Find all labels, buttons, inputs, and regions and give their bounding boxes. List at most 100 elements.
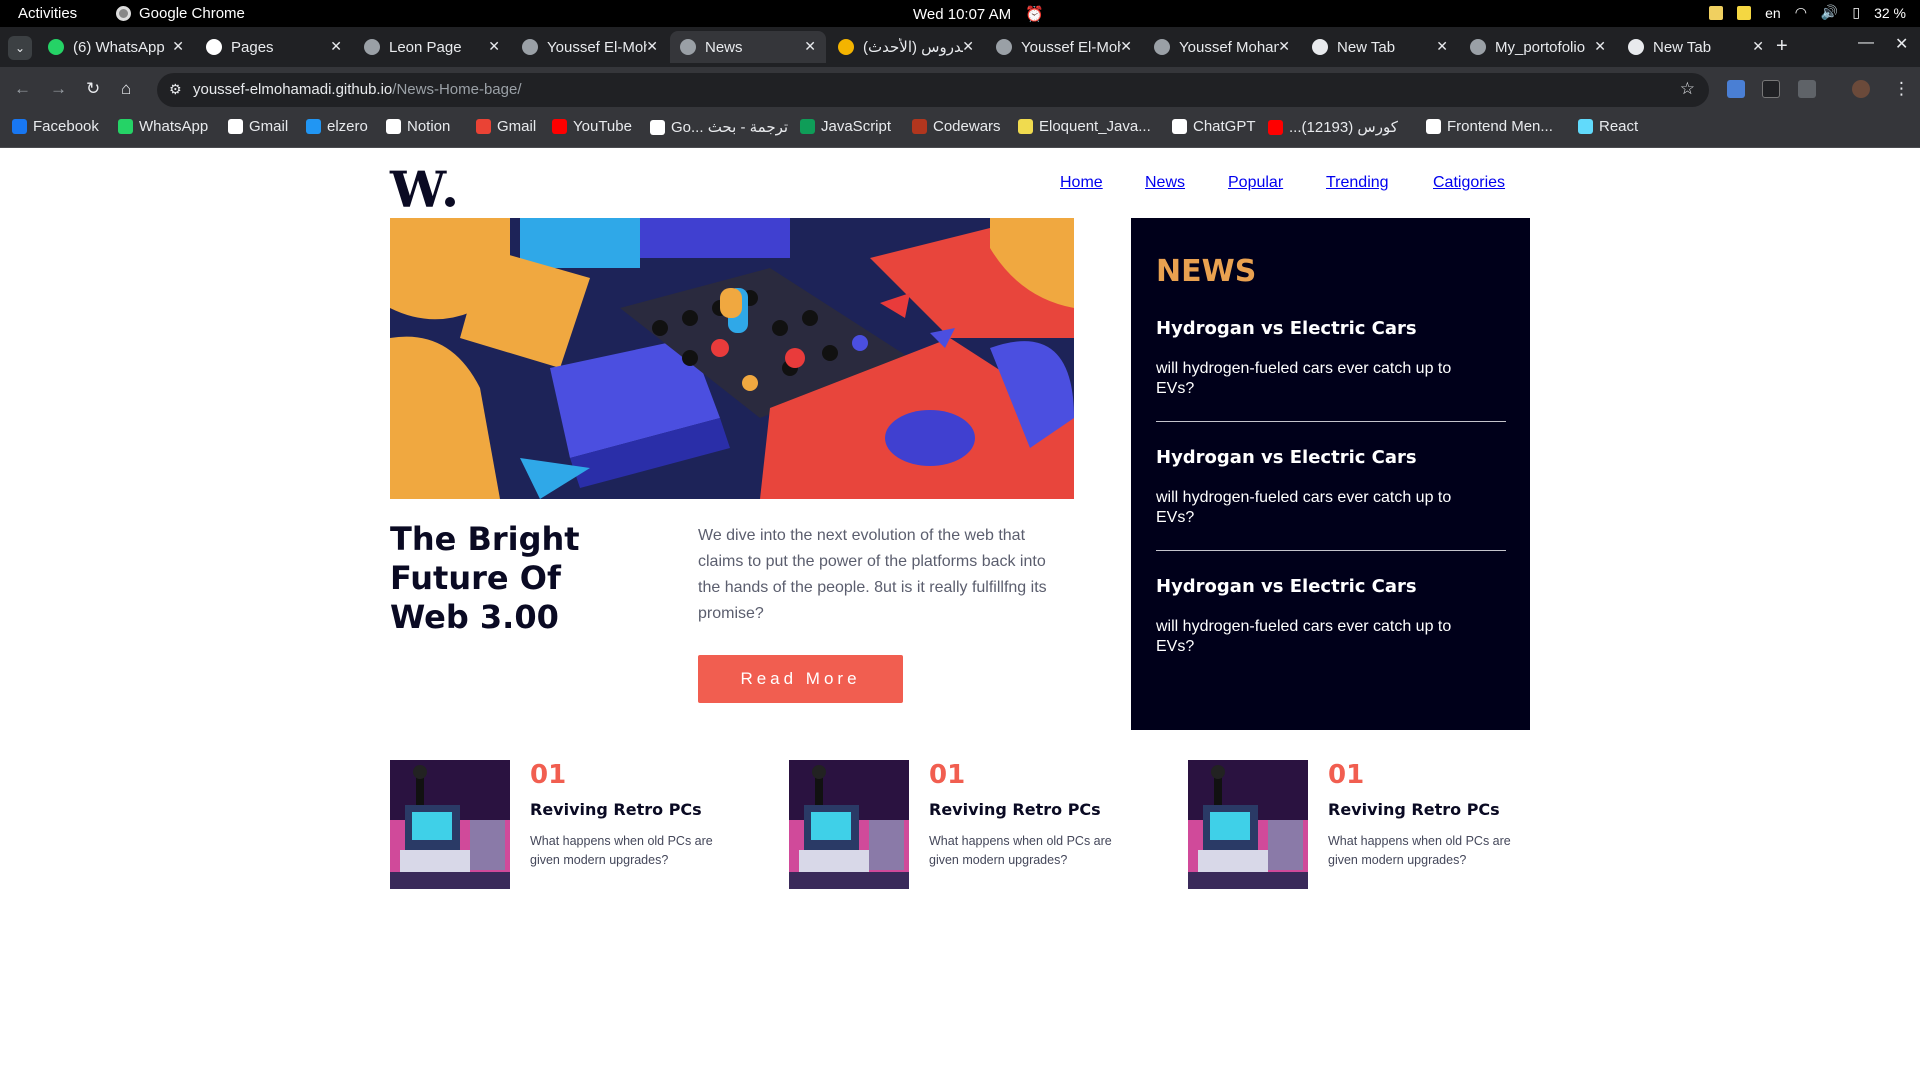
extensions-puzzle-icon[interactable] [1798, 80, 1816, 98]
browser-tab[interactable]: New Tab ✕ [1618, 31, 1774, 63]
bookmark-label: elzero [327, 118, 368, 135]
sidebar-news-item[interactable]: Hydrogan vs Electric Cars will hydrogen-… [1156, 447, 1506, 528]
article-card[interactable]: 01 Reviving Retro PCs What happens when … [1188, 760, 1548, 890]
card-number: 01 [530, 760, 567, 790]
logo-dot [445, 197, 456, 207]
app-menu[interactable]: Google Chrome [116, 5, 245, 22]
font-extension-icon[interactable] [1762, 80, 1780, 98]
browser-tab[interactable]: Leon Page ✕ [354, 31, 510, 63]
close-window-icon[interactable]: ✕ [1895, 34, 1908, 54]
browser-tab[interactable]: My_portofolio ✕ [1460, 31, 1616, 63]
bookmark-item[interactable]: ...كورس (12193) [1268, 118, 1398, 136]
browser-tab[interactable]: Pages ✕ [196, 31, 352, 63]
article-card[interactable]: 01 Reviving Retro PCs What happens when … [789, 760, 1149, 890]
article-card[interactable]: 01 Reviving Retro PCs What happens when … [390, 760, 750, 890]
system-tray[interactable]: en ◠ 🔊 ▯ 32 % [1709, 4, 1906, 21]
bookmark-label: YouTube [573, 118, 632, 135]
sidebar-news-item[interactable]: Hydrogan vs Electric Cars will hydrogen-… [1156, 318, 1506, 399]
bookmark-item[interactable]: Go... ترجمة - بحث [650, 118, 788, 136]
site-logo[interactable]: W [390, 160, 456, 219]
bookmark-favicon-icon [650, 119, 665, 135]
bookmark-item[interactable]: Notion [386, 118, 450, 135]
browser-tab[interactable]: New Tab ✕ [1302, 31, 1458, 63]
nav-news[interactable]: News [1145, 174, 1185, 192]
bookmark-label: Codewars [933, 118, 1001, 135]
tab-close-icon[interactable]: ✕ [1436, 38, 1448, 55]
language-indicator[interactable]: en [1765, 5, 1781, 21]
sidebar-item-title[interactable]: Hydrogan vs Electric Cars [1156, 318, 1506, 339]
nav-popular[interactable]: Popular [1228, 174, 1283, 192]
tab-close-icon[interactable]: ✕ [962, 38, 974, 55]
bookmark-item[interactable]: Gmail [476, 118, 536, 135]
tab-title: New Tab [1653, 38, 1712, 56]
bookmark-item[interactable]: Codewars [912, 118, 1001, 135]
tab-close-icon[interactable]: ✕ [488, 38, 500, 55]
clock[interactable]: Wed 10:07 AM ⏰ [913, 5, 1044, 24]
forward-arrow-icon[interactable]: → [50, 79, 67, 99]
bookmark-item[interactable]: elzero [306, 118, 368, 135]
card-number: 01 [929, 760, 966, 790]
browser-tab[interactable]: (6) WhatsApp ✕ [38, 31, 194, 63]
profile-avatar[interactable] [1852, 80, 1870, 98]
minimize-icon[interactable]: — [1858, 34, 1874, 52]
read-more-button[interactable]: Read More [698, 655, 903, 703]
bookmark-item[interactable]: Facebook [12, 118, 99, 135]
card-title[interactable]: Reviving Retro PCs [530, 800, 702, 819]
tab-close-icon[interactable]: ✕ [330, 38, 342, 55]
url-host: youssef-elmohamadi.github.io [193, 81, 393, 98]
bookmark-favicon-icon [476, 119, 491, 134]
tab-strip: ⌄ (6) WhatsApp ✕ Pages ✕ Leon Page ✕ Youssef E… [0, 27, 1920, 67]
card-title[interactable]: Reviving Retro PCs [929, 800, 1101, 819]
nav-trending[interactable]: Trending [1326, 174, 1389, 192]
menu-kebab-icon[interactable]: ⋮ [1893, 79, 1910, 99]
browser-tab[interactable]: الدروس (الأحدث) ✕ [828, 31, 984, 63]
bookmark-item[interactable]: React [1578, 118, 1638, 135]
tab-close-icon[interactable]: ✕ [172, 38, 184, 55]
bookmark-label: Facebook [33, 118, 99, 135]
bookmark-favicon-icon [306, 119, 321, 134]
tab-close-icon[interactable]: ✕ [804, 38, 816, 55]
sidebar-item-text: will hydrogen-fueled cars ever catch up … [1156, 618, 1452, 655]
sidebar-item-title[interactable]: Hydrogan vs Electric Cars [1156, 447, 1506, 468]
tab-search-button[interactable]: ⌄ [8, 36, 32, 60]
tab-title: الدروس (الأحدث) [863, 39, 963, 56]
card-title[interactable]: Reviving Retro PCs [1328, 800, 1500, 819]
retro-pc-illustration [789, 760, 909, 889]
new-tab-button[interactable]: + [1776, 35, 1788, 58]
browser-tab[interactable]: News ✕ [670, 31, 826, 63]
browser-tab[interactable]: Youssef El-Mohamadi✕ [512, 31, 668, 63]
tab-close-icon[interactable]: ✕ [646, 38, 658, 55]
tab-close-icon[interactable]: ✕ [1278, 38, 1290, 55]
bookmark-item[interactable]: JavaScript [800, 118, 891, 135]
bookmark-item[interactable]: WhatsApp [118, 118, 208, 135]
system-top-bar: Activities Google Chrome Wed 10:07 AM ⏰ … [0, 0, 1920, 27]
tab-close-icon[interactable]: ✕ [1752, 38, 1764, 55]
back-arrow-icon[interactable]: ← [14, 79, 31, 99]
bookmark-item[interactable]: Gmail [228, 118, 288, 135]
tab-title: Youssef Mohamadi [1179, 38, 1279, 56]
card-text: What happens when old PCs are given mode… [1328, 834, 1511, 867]
tab-close-icon[interactable]: ✕ [1120, 38, 1132, 55]
nav-catigories[interactable]: Catigories [1433, 174, 1505, 192]
nav-home[interactable]: Home [1060, 174, 1103, 192]
sticky-icon[interactable] [1737, 5, 1752, 20]
sidebar-item-title[interactable]: Hydrogan vs Electric Cars [1156, 576, 1506, 597]
bookmark-item[interactable]: Eloquent_Java... [1018, 118, 1151, 135]
bookmark-item[interactable]: ChatGPT [1172, 118, 1256, 135]
bookmark-item[interactable]: Frontend Men... [1426, 118, 1553, 135]
browser-tab[interactable]: Youssef Mohamadi✕ [1144, 31, 1300, 63]
reload-icon[interactable]: ↻ [86, 79, 100, 99]
clock-text: Wed 10:07 AM [913, 5, 1012, 23]
home-icon[interactable]: ⌂ [121, 79, 131, 99]
bookmark-label: Frontend Men... [1447, 118, 1553, 135]
bookmark-item[interactable]: YouTube [552, 118, 632, 135]
notes-icon[interactable] [1709, 5, 1724, 20]
tab-close-icon[interactable]: ✕ [1594, 38, 1606, 55]
browser-tab[interactable]: Youssef El-Mohamadi✕ [986, 31, 1142, 63]
sidebar-news-item[interactable]: Hydrogan vs Electric Cars will hydrogen-… [1156, 576, 1506, 657]
site-info-icon[interactable]: ⚙ [169, 81, 182, 98]
activities-button[interactable]: Activities [18, 5, 77, 22]
translate-extension-icon[interactable] [1727, 80, 1745, 98]
address-bar[interactable]: ⚙ youssef-elmohamadi.github.io/News-Home… [157, 73, 1709, 107]
bookmark-star-icon[interactable]: ☆ [1680, 79, 1695, 99]
